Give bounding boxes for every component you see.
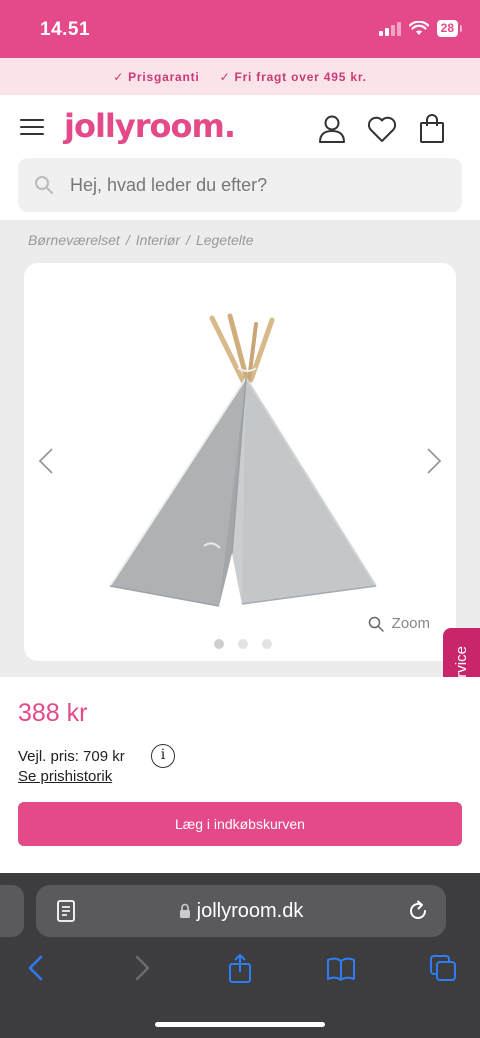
header-actions bbox=[316, 113, 448, 145]
browser-nav-row bbox=[0, 953, 480, 983]
gallery-pagination bbox=[214, 639, 272, 649]
forward-icon[interactable] bbox=[126, 953, 156, 983]
back-icon[interactable] bbox=[22, 953, 52, 983]
magnifier-icon bbox=[368, 616, 384, 632]
address-bar[interactable]: jollyroom.dk bbox=[36, 885, 446, 937]
pagination-dot[interactable] bbox=[238, 639, 248, 649]
search-input[interactable] bbox=[70, 174, 430, 196]
account-icon[interactable] bbox=[316, 113, 348, 145]
zoom-label: Zoom bbox=[391, 615, 430, 632]
product-gallery: Zoom bbox=[24, 263, 456, 661]
breadcrumb-link[interactable]: Legetelte bbox=[196, 232, 254, 248]
status-time: 14.51 bbox=[40, 19, 91, 40]
reload-icon[interactable] bbox=[406, 899, 430, 923]
share-icon[interactable] bbox=[225, 953, 255, 983]
browser-toolbar: jollyroom.dk bbox=[0, 873, 480, 1038]
previous-tab-preview[interactable] bbox=[0, 885, 24, 937]
pagination-dot[interactable] bbox=[262, 639, 272, 649]
tabs-icon[interactable] bbox=[428, 953, 458, 983]
pagination-dot[interactable] bbox=[214, 639, 224, 649]
breadcrumb-link[interactable]: Børneværelset bbox=[28, 232, 120, 248]
battery-indicator: 28 bbox=[436, 20, 463, 37]
hamburger-menu-icon[interactable] bbox=[20, 119, 44, 135]
home-indicator bbox=[155, 1022, 325, 1027]
status-icons: 28 bbox=[378, 20, 463, 37]
product-price: 388 kr bbox=[18, 699, 88, 727]
product-image-teepee-tent[interactable] bbox=[104, 308, 384, 618]
check-icon: ✓ bbox=[113, 69, 125, 84]
lock-icon bbox=[179, 903, 190, 918]
product-info: 388 kr Vejl. pris: 709 kr i Se prishisto… bbox=[0, 677, 480, 873]
bookmarks-icon[interactable] bbox=[326, 953, 356, 983]
heart-icon[interactable] bbox=[366, 113, 398, 145]
url-display: jollyroom.dk bbox=[179, 899, 304, 923]
site-logo[interactable]: jollyroom. bbox=[64, 107, 236, 145]
info-icon[interactable]: i bbox=[151, 744, 175, 768]
recommended-price: Vejl. pris: 709 kr bbox=[18, 748, 125, 765]
site-header: jollyroom. bbox=[0, 95, 480, 220]
usp-label: Fri fragt over 495 kr. bbox=[234, 69, 367, 84]
breadcrumb-separator: / bbox=[125, 232, 130, 248]
signal-icon bbox=[378, 21, 401, 36]
usp-label: Prisgaranti bbox=[128, 69, 200, 84]
url-text: jollyroom.dk bbox=[196, 899, 304, 922]
wifi-icon bbox=[408, 21, 429, 35]
usp-item: ✓ Prisgaranti bbox=[113, 70, 199, 84]
price-history-link[interactable]: Se prishistorik bbox=[18, 768, 112, 785]
chevron-left-icon[interactable] bbox=[34, 443, 58, 479]
check-icon: ✓ bbox=[219, 69, 231, 84]
search-icon bbox=[35, 176, 53, 194]
breadcrumb-separator: / bbox=[186, 232, 190, 248]
breadcrumb: Børneværelset / Interiør / Legetelte bbox=[28, 232, 254, 248]
shopping-bag-icon[interactable] bbox=[416, 113, 448, 145]
usp-item: ✓ Fri fragt over 495 kr. bbox=[220, 70, 367, 84]
reader-mode-icon[interactable] bbox=[56, 899, 78, 923]
zoom-button[interactable]: Zoom bbox=[368, 615, 430, 632]
add-to-cart-button[interactable]: Læg i indkøbskurven bbox=[18, 802, 462, 846]
search-bar[interactable] bbox=[18, 158, 462, 212]
chevron-right-icon[interactable] bbox=[422, 443, 446, 479]
usp-bar: ✓ Prisgaranti ✓ Fri fragt over 495 kr. bbox=[0, 58, 480, 95]
breadcrumb-link[interactable]: Interiør bbox=[136, 232, 180, 248]
status-bar: 14.51 28 bbox=[0, 0, 480, 58]
